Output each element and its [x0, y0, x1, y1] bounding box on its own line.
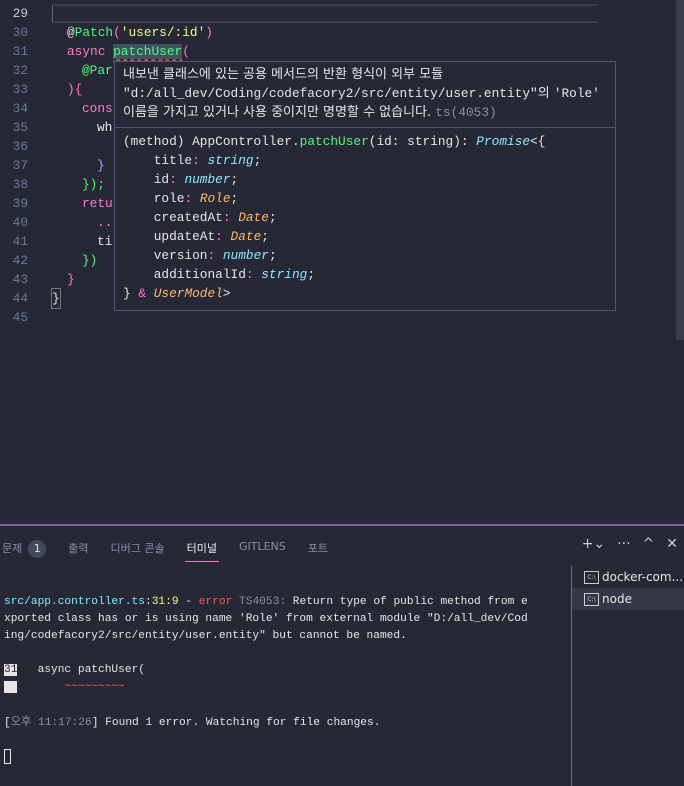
tab-4[interactable]: GITLENS	[237, 536, 288, 562]
problems-badge: 1	[28, 540, 47, 558]
code-line-44: }	[51, 288, 61, 309]
bottom-panel: 문제 1 출력 디버그 콘솔 터미널 GITLENS 포트 +⌄ ··· ^ ✕ src/a…	[0, 524, 684, 786]
code-line-32: @Par	[82, 63, 113, 78]
type-field: updateAt: Date;	[153, 229, 269, 244]
type-field: title: string;	[153, 153, 262, 168]
line-number: 31	[12, 44, 28, 59]
code-line-38: });	[82, 177, 106, 192]
type-field: createdAt: Date;	[153, 210, 277, 225]
terminal-item[interactable]: C:\ node	[572, 588, 684, 610]
terminal-cmd-icon: C:\	[584, 570, 599, 584]
tooltip-error-message: 내보낸 클래스에 있는 공용 메서드의 반환 형식이 외부 모듈 "d:/all…	[115, 62, 615, 128]
type-field: additionalId: string;	[153, 267, 316, 282]
line-number: 45	[12, 310, 28, 325]
line-number: 36	[12, 139, 28, 154]
line-number: 38	[12, 177, 28, 192]
code-line-37: }	[97, 158, 105, 173]
message-line-1: 내보낸 클래스에 있는 공용 메서드의 반환 형식이 외부 모듈	[123, 67, 444, 82]
terminal-cursor	[4, 749, 11, 764]
tooltip-signature: (method) AppController.patchUser(id: str…	[115, 128, 615, 307]
panel-actions: +⌄ ··· ^ ✕	[582, 536, 678, 552]
type-field: role: Role;	[153, 191, 239, 206]
line-number: 43	[12, 272, 28, 287]
terminal-list: C:\ docker-com... C:\ node	[571, 566, 684, 786]
code-line-40: ..	[97, 215, 113, 230]
error-code: ts(4053)	[435, 105, 497, 120]
code-line-30: @Patch('users/:id')	[67, 25, 213, 40]
type-field: id: number;	[153, 172, 239, 187]
hover-tooltip: 내보낸 클래스에 있는 공용 메서드의 반환 형식이 외부 모듈 "d:/all…	[114, 61, 616, 311]
line-number: 33	[12, 82, 28, 97]
terminal-cmd-icon: C:\	[584, 592, 599, 606]
type-field: version: number;	[153, 248, 277, 263]
code-editor[interactable]: 29 30 31 32 33 34 35 36 37 38 39 40 41 42 43 44 45 @Patc…	[0, 0, 684, 524]
current-line-highlight	[52, 4, 598, 23]
message-line-2: "d:/all_dev/Coding/codefacory2/src/entit…	[123, 86, 600, 101]
tab-0[interactable]: 문제 1	[0, 536, 48, 562]
code-line-34: cons	[82, 101, 113, 116]
patch-user-error-token[interactable]: patchUser	[113, 44, 183, 59]
line-number: 37	[12, 158, 28, 173]
code-line-41: ti	[97, 234, 113, 249]
panel-tabs: 문제 1 출력 디버그 콘솔 터미널 GITLENS 포트	[0, 536, 348, 562]
code-line-39: retu	[82, 196, 113, 211]
more-icon[interactable]: ···	[617, 536, 630, 552]
line-number: 30	[12, 25, 28, 40]
code-line-43: }	[67, 272, 75, 287]
line-number: 39	[12, 196, 28, 211]
close-panel-icon[interactable]: ✕	[666, 536, 678, 552]
code-line-42: })	[82, 253, 98, 268]
code-line-33: ){	[67, 82, 83, 97]
editor-scrollbar[interactable]	[676, 0, 684, 340]
line-number: 34	[12, 101, 28, 116]
terminal-item[interactable]: C:\ docker-com...	[572, 566, 684, 588]
line-number: 42	[12, 253, 28, 268]
terminal-output[interactable]: src/app.controller.ts:31:9 - error TS405…	[4, 594, 564, 766]
tab-5[interactable]: 포트	[306, 536, 330, 562]
line-number: 40	[12, 215, 28, 230]
line-number: 44	[12, 291, 28, 306]
code-line-35: wh	[97, 120, 113, 135]
line-number: 35	[12, 120, 28, 135]
tab-1[interactable]: 출력	[66, 536, 90, 562]
new-terminal-icon[interactable]: +⌄	[582, 536, 605, 552]
message-line-3: 이름을 가지고 있거나 사용 중이지만 명명할 수 없습니다. ts(4053)	[123, 105, 497, 120]
line-number: 32	[12, 63, 28, 78]
maximize-panel-icon[interactable]: ^	[643, 536, 655, 552]
code-line-31: async patchUser(	[67, 44, 190, 59]
line-number: 41	[12, 234, 28, 249]
tab-3[interactable]: 터미널	[184, 536, 219, 562]
tab-2[interactable]: 디버그 콘솔	[109, 536, 167, 562]
line-number: 29	[12, 6, 28, 21]
